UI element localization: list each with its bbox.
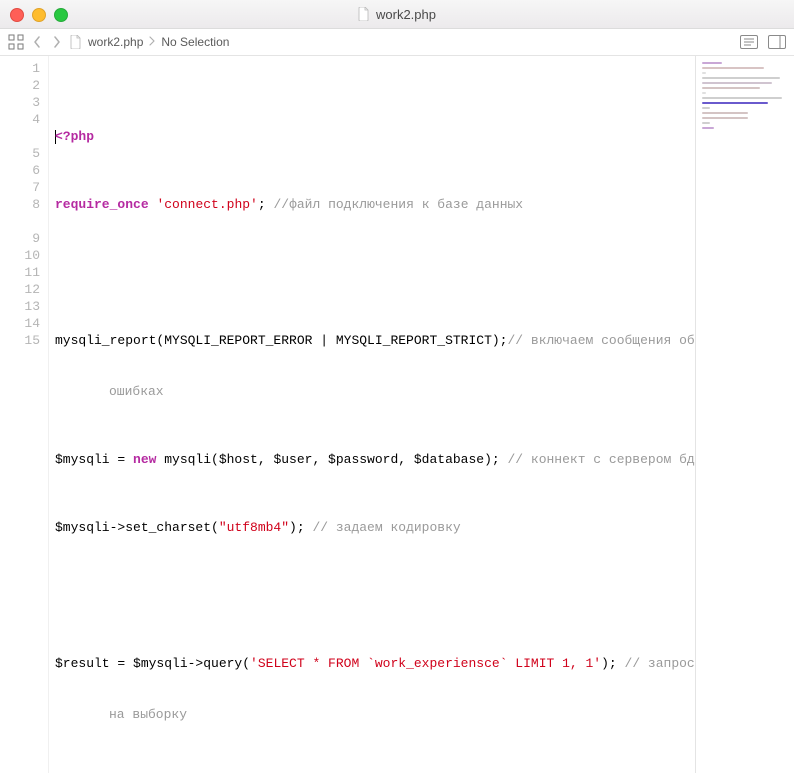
code-token: 'connect.php' xyxy=(156,197,257,212)
line-number: 15 xyxy=(0,332,40,349)
line-number: 14 xyxy=(0,315,40,332)
minimap-line xyxy=(702,82,772,84)
window-title-text: work2.php xyxy=(376,7,436,22)
minimap[interactable] xyxy=(695,56,794,773)
toolbar-right-icons xyxy=(740,35,786,49)
window-titlebar: work2.php xyxy=(0,0,794,29)
current-line-highlight xyxy=(49,60,695,77)
code-comment: // задаем кодировку xyxy=(312,520,460,535)
window-title: work2.php xyxy=(358,7,436,22)
assistant-editor-icon[interactable] xyxy=(768,35,786,49)
breadcrumb-separator-icon xyxy=(149,35,155,49)
nav-forward-button[interactable] xyxy=(50,35,64,49)
file-icon xyxy=(70,35,82,49)
minimap-line xyxy=(702,67,764,69)
code-token: <?php xyxy=(55,129,94,144)
code-comment: // коннект с сервером бд xyxy=(507,452,694,467)
line-number: 7 xyxy=(0,179,40,196)
line-number: 4 xyxy=(0,111,40,128)
code-comment: //файл подключения к базе данных xyxy=(273,197,523,212)
file-icon xyxy=(358,7,370,21)
minimap-line xyxy=(702,97,782,99)
code-comment: на выборку xyxy=(55,706,695,723)
minimap-line xyxy=(702,107,710,109)
editor-toolbar: work2.php No Selection xyxy=(0,29,794,56)
related-items-icon[interactable] xyxy=(8,34,24,50)
code-comment: // запрос xyxy=(625,656,695,671)
minimize-window-button[interactable] xyxy=(32,8,46,22)
breadcrumb-file[interactable]: work2.php xyxy=(88,35,143,49)
line-number: 6 xyxy=(0,162,40,179)
line-number xyxy=(0,213,40,230)
close-window-button[interactable] xyxy=(10,8,24,22)
minimap-line xyxy=(702,92,706,94)
line-number: 13 xyxy=(0,298,40,315)
minimap-line xyxy=(702,87,760,89)
minimap-line xyxy=(702,102,768,104)
nav-back-button[interactable] xyxy=(30,35,44,49)
line-number xyxy=(0,128,40,145)
line-number: 8 xyxy=(0,196,40,213)
zoom-window-button[interactable] xyxy=(54,8,68,22)
line-number: 5 xyxy=(0,145,40,162)
minimap-line xyxy=(702,122,710,124)
code-token: mysqli_report(MYSQLI_REPORT_ERROR | MYSQ… xyxy=(55,333,507,348)
minimap-line xyxy=(702,62,722,64)
code-comment: ошибках xyxy=(55,383,695,400)
code-comment: // включаем сообщения об xyxy=(507,333,694,348)
line-number: 10 xyxy=(0,247,40,264)
code-editor[interactable]: 123456789101112131415 <?php require_once… xyxy=(0,56,695,773)
line-number: 3 xyxy=(0,94,40,111)
minimap-line xyxy=(702,72,706,74)
minimap-line xyxy=(702,117,748,119)
breadcrumb-selection[interactable]: No Selection xyxy=(161,35,229,49)
editor-body: 123456789101112131415 <?php require_once… xyxy=(0,56,794,773)
minimap-line xyxy=(702,77,780,79)
line-number: 1 xyxy=(0,60,40,77)
line-number: 12 xyxy=(0,281,40,298)
code-content[interactable]: <?php require_once 'connect.php'; //файл… xyxy=(49,56,695,773)
breadcrumb[interactable]: work2.php No Selection xyxy=(70,35,229,49)
line-number-gutter: 123456789101112131415 xyxy=(0,56,49,773)
line-number: 9 xyxy=(0,230,40,247)
window-controls xyxy=(10,8,68,22)
code-token: require_once xyxy=(55,197,149,212)
minimap-line xyxy=(702,112,748,114)
minimap-line xyxy=(702,127,714,129)
document-items-icon[interactable] xyxy=(740,35,758,49)
line-number: 11 xyxy=(0,264,40,281)
line-number: 2 xyxy=(0,77,40,94)
